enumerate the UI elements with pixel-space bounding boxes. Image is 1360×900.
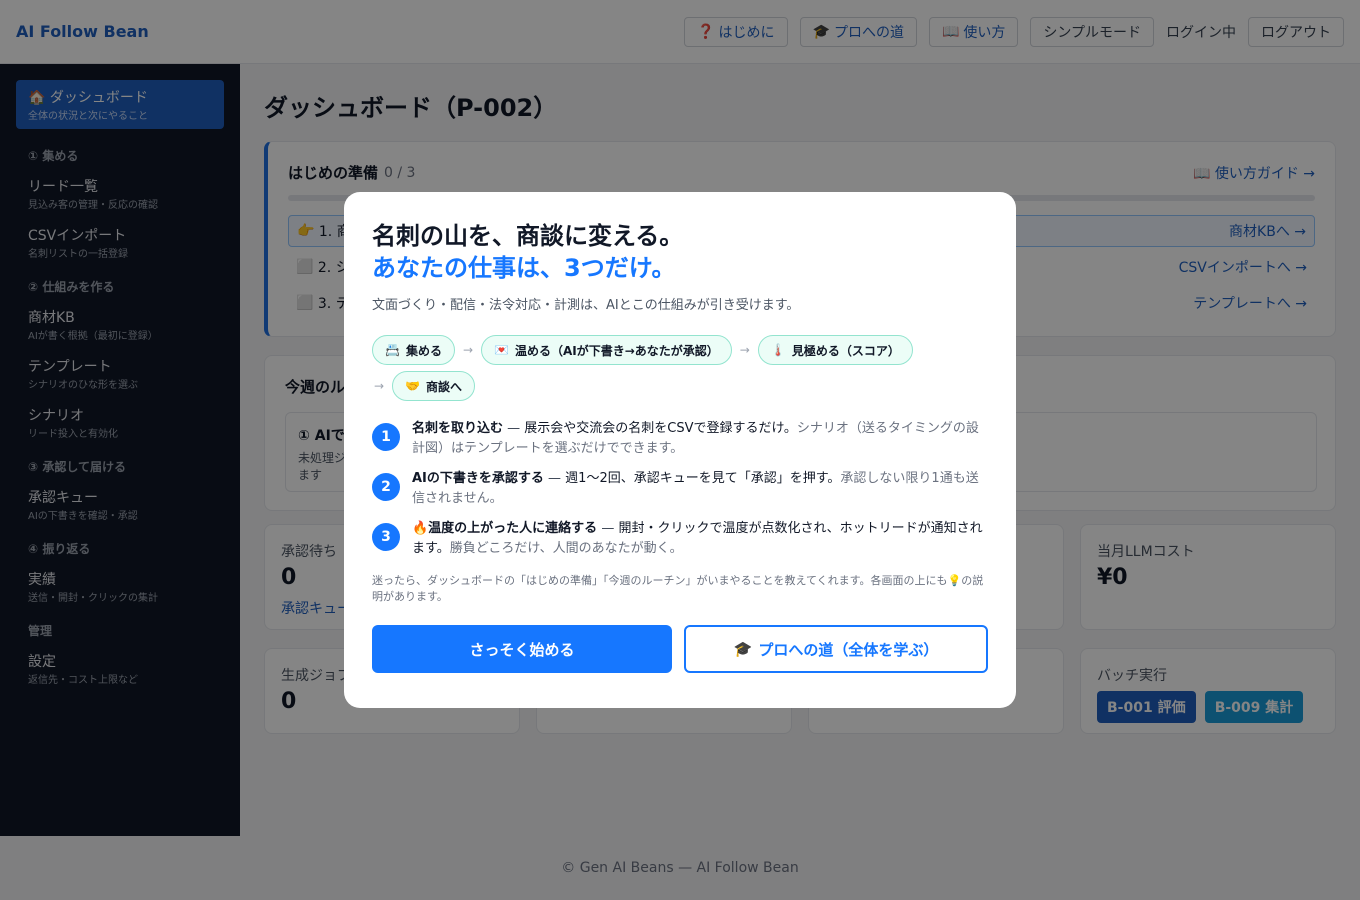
step-number-badge: 3 <box>372 523 400 551</box>
learn-pro-path-label: プロへの道（全体を学ぶ） <box>758 640 939 659</box>
step-dash: — <box>503 421 525 436</box>
step-number-badge: 1 <box>372 423 400 451</box>
thermometer-icon: 🌡️ <box>770 343 786 357</box>
modal-actions: さっそく始める 🎓 プロへの道（全体を学ぶ） <box>372 625 988 673</box>
handshake-icon: 🤝 <box>405 379 421 393</box>
graduation-cap-icon: 🎓 <box>733 640 753 658</box>
step-title: 🔥温度の上がった人に連絡する <box>412 521 598 536</box>
modal-steps: 1 名刺を取り込む — 展示会や交流会の名刺をCSVで登録するだけ。シナリオ（送… <box>372 419 988 559</box>
start-now-button[interactable]: さっそく始める <box>372 625 672 673</box>
flow-pill-label: 集める <box>405 343 442 358</box>
flow-pill-label: 温める（AIが下書き→あなたが承認） <box>514 343 719 358</box>
arrow-icon: → <box>739 343 750 357</box>
modal-step-1: 1 名刺を取り込む — 展示会や交流会の名刺をCSVで登録するだけ。シナリオ（送… <box>372 419 988 459</box>
arrow-icon: → <box>374 379 385 393</box>
step-title: 名刺を取り込む <box>412 421 504 436</box>
flow-pill-label: 商談へ <box>426 379 463 394</box>
step-title: AIの下書きを承認する <box>412 471 544 486</box>
flow-pill-label: 見極める（スコア） <box>791 343 900 358</box>
modal-headline-accent: あなたの仕事は、3つだけ。 <box>372 254 676 282</box>
flow-pill-score: 🌡️ 見極める（スコア） <box>757 335 913 365</box>
step-dash: — <box>543 471 566 486</box>
modal-note: 迷ったら、ダッシュボードの「はじめの準備」「今週のルーチン」がいまやることを教え… <box>372 574 984 603</box>
step-muted-text: 勝負どころだけ、人間のあなたが動く。 <box>449 541 683 556</box>
workflow-pills: 📇 集める → 💌 温める（AIが下書き→あなたが承認） → 🌡️ 見極める（ス… <box>372 335 932 401</box>
step-text: 週1〜2回、承認キューを見て「承認」を押す。 <box>565 471 841 486</box>
step-dash: — <box>597 521 619 536</box>
flow-pill-deal: 🤝 商談へ <box>392 371 476 401</box>
modal-step-3: 3 🔥温度の上がった人に連絡する — 開封・クリックで温度が点数化され、ホットリ… <box>372 519 988 559</box>
step-number-badge: 2 <box>372 473 400 501</box>
onboarding-modal: 名刺の山を、商談に変える。 あなたの仕事は、3つだけ。 文面づくり・配信・法令対… <box>344 192 1016 708</box>
arrow-icon: → <box>462 343 474 357</box>
card-index-icon: 📇 <box>385 343 400 357</box>
love-letter-icon: 💌 <box>494 343 509 357</box>
flow-pill-nurture: 💌 温める（AIが下書き→あなたが承認） <box>481 335 732 365</box>
modal-headline: 名刺の山を、商談に変える。 <box>372 222 684 250</box>
modal-subtitle: 文面づくり・配信・法令対応・計測は、AIとこの仕組みが引き受けます。 <box>372 298 800 313</box>
step-text: 展示会や交流会の名刺をCSVで登録するだけ。 <box>524 421 797 436</box>
flow-pill-collect: 📇 集める <box>372 335 455 365</box>
learn-pro-path-button[interactable]: 🎓 プロへの道（全体を学ぶ） <box>684 625 988 673</box>
modal-step-2: 2 AIの下書きを承認する — 週1〜2回、承認キューを見て「承認」を押す。承認… <box>372 469 988 509</box>
